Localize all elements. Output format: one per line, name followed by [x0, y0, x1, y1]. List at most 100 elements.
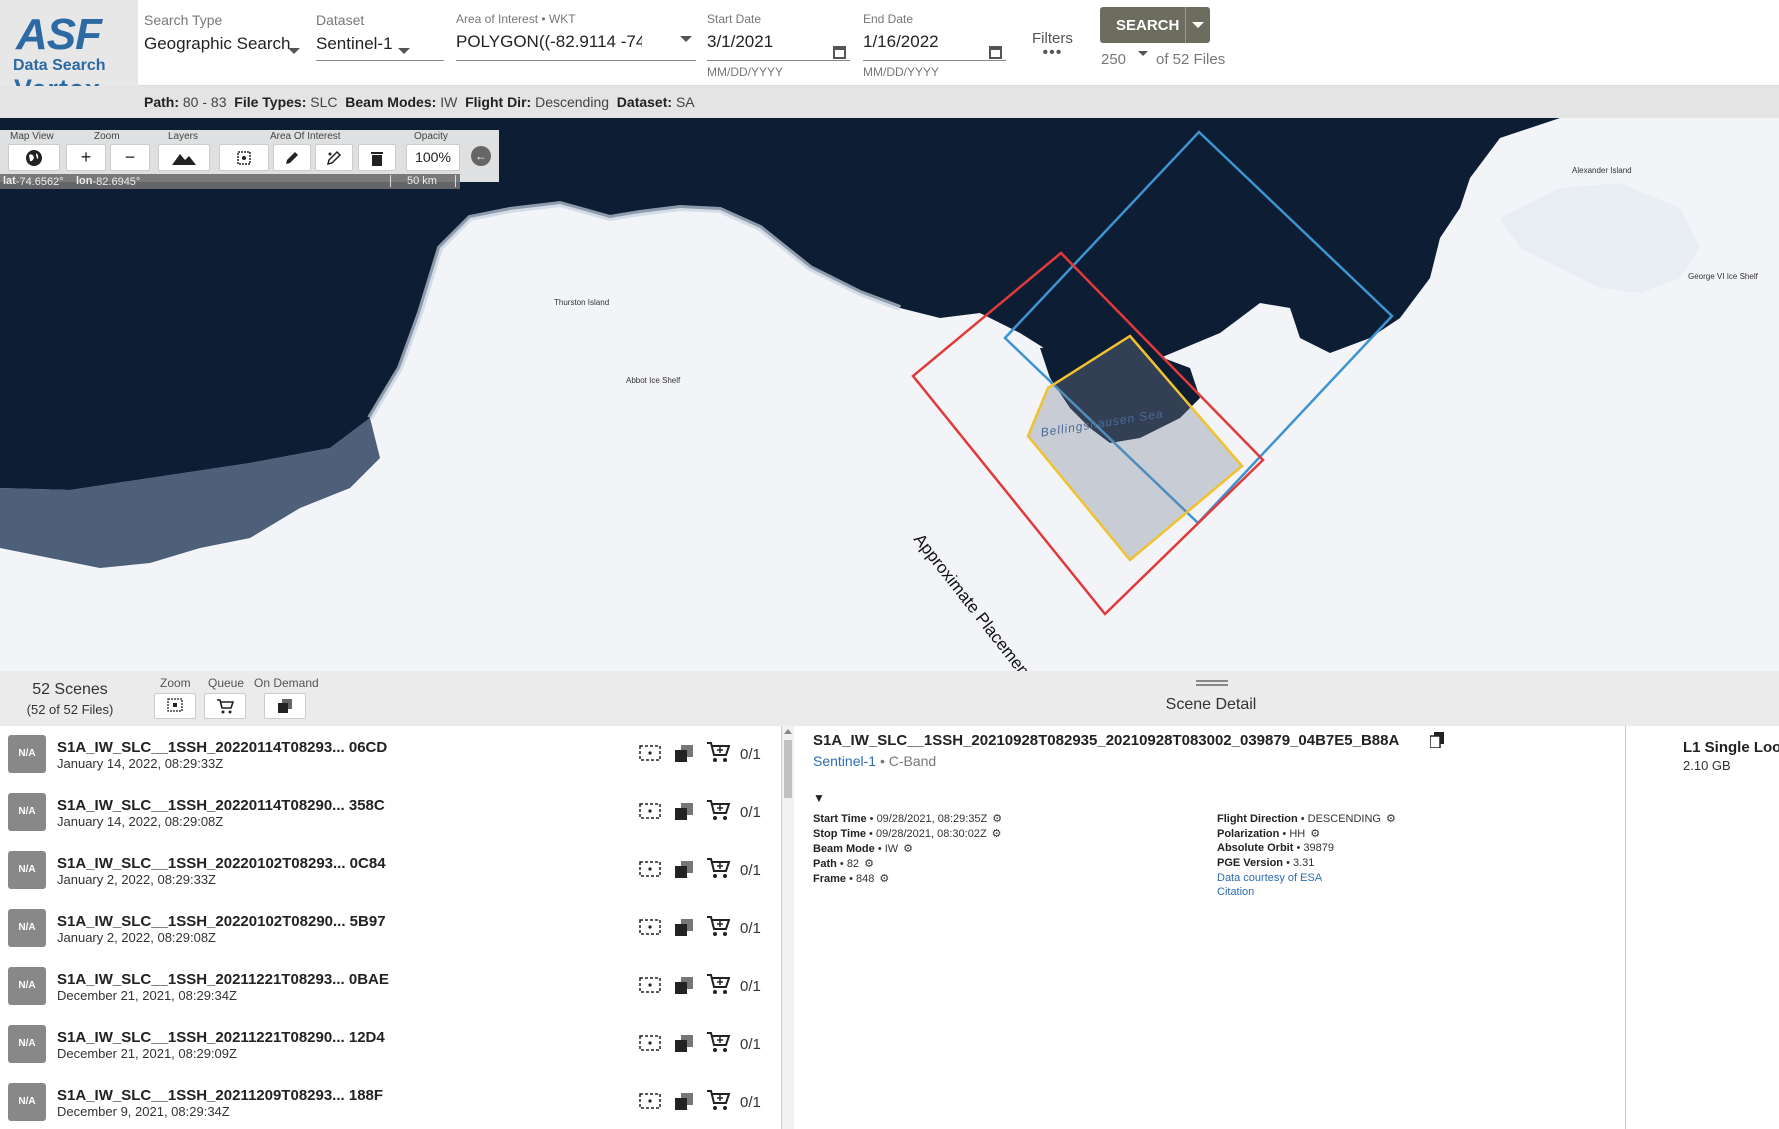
zoom-to-scene-icon[interactable]: [639, 976, 661, 999]
scene-thumbnail: N/A: [8, 967, 46, 1005]
zoom-to-scene-icon[interactable]: [639, 1034, 661, 1057]
scroll-up-icon[interactable]: [784, 729, 792, 734]
scale-bar: 50 km: [390, 175, 456, 187]
queue-count: 0/1: [740, 1036, 761, 1053]
chevron-down-icon[interactable]: [1192, 22, 1204, 28]
on-demand-icon[interactable]: [674, 918, 694, 941]
pencil-icon: [286, 152, 298, 165]
expand-toggle-icon[interactable]: ▼: [813, 791, 825, 805]
scene-date: December 21, 2021, 08:29:09Z: [57, 1046, 237, 1061]
opacity-label: Opacity: [414, 131, 448, 142]
zoom-to-scene-icon[interactable]: [639, 918, 661, 941]
scene-row[interactable]: N/A S1A_IW_SLC__1SSH_20211209T08293... 18…: [0, 1074, 781, 1129]
on-demand-icon[interactable]: [674, 976, 694, 999]
dataset-select[interactable]: Dataset Sentinel-1: [316, 12, 444, 61]
gear-icon[interactable]: ⚙: [903, 842, 913, 855]
zoom-out-button[interactable]: −: [110, 144, 150, 171]
data-courtesy-link[interactable]: Data courtesy of ESA: [1217, 872, 1322, 884]
zoom-to-scene-icon[interactable]: [639, 1092, 661, 1115]
dataset-link[interactable]: Sentinel-1: [813, 753, 876, 769]
scene-row[interactable]: N/A S1A_IW_SLC__1SSH_20220102T08293... 0C…: [0, 842, 781, 900]
layers-button[interactable]: [158, 144, 210, 171]
gear-icon[interactable]: ⚙: [879, 872, 889, 885]
queue-count: 0/1: [740, 920, 761, 937]
max-results-select[interactable]: 250 of 52 Files: [1101, 51, 1225, 68]
detail-stop-time: Stop Time • 09/28/2021, 08:30:02Z ⚙: [813, 827, 1002, 840]
on-demand-icon[interactable]: [674, 802, 694, 825]
filters-button[interactable]: Filters •••: [1032, 30, 1073, 61]
scene-row[interactable]: N/A S1A_IW_SLC__1SSH_20220114T08293... 06…: [0, 726, 781, 784]
resize-handle-icon[interactable]: [1196, 680, 1228, 686]
cart-add-icon[interactable]: [706, 973, 731, 1000]
calendar-icon[interactable]: [989, 46, 1002, 59]
scene-date: January 14, 2022, 08:29:33Z: [57, 756, 224, 771]
opacity-select[interactable]: 100%: [406, 144, 460, 171]
param-key: Beam Modes:: [345, 94, 437, 110]
on-demand-icon[interactable]: [674, 1092, 694, 1115]
scene-thumbnail: N/A: [8, 793, 46, 831]
start-date-label: Start Date: [707, 12, 762, 26]
scene-row[interactable]: N/A S1A_IW_SLC__1SSH_20211221T08290... 12…: [0, 1016, 781, 1074]
search-type-select[interactable]: Search Type Geographic Search: [144, 12, 304, 54]
end-date-input[interactable]: End Date 1/16/2022 MM/DD/YYYY: [863, 12, 1006, 79]
gear-icon[interactable]: ⚙: [864, 857, 874, 870]
param-value: Descending: [535, 94, 610, 110]
copy-icon[interactable]: [1429, 732, 1444, 753]
zoom-to-results-button[interactable]: [154, 693, 196, 719]
zoom-to-scene-icon[interactable]: [639, 744, 661, 767]
scene-row[interactable]: N/A S1A_IW_SLC__1SSH_20220114T08290... 35…: [0, 784, 781, 842]
queue-all-button[interactable]: [204, 693, 246, 719]
cart-add-icon[interactable]: [706, 741, 731, 768]
draw-polygon-button[interactable]: [273, 144, 311, 171]
zoom-to-scene-icon[interactable]: [639, 802, 661, 825]
place-label: Abbot Ice Shelf: [626, 376, 681, 385]
scene-thumbnail: N/A: [8, 1083, 46, 1121]
gear-icon[interactable]: ⚙: [1310, 827, 1320, 840]
minus-icon: −: [124, 147, 136, 167]
map-view[interactable]: Thurston Island Abbot Ice Shelf Alexande…: [0, 118, 1779, 671]
chevron-down-icon: [1138, 51, 1148, 56]
gear-icon[interactable]: ⚙: [1386, 812, 1396, 825]
mountain-layers-icon: [172, 154, 196, 166]
aoi-label: Area of Interest • WKT: [456, 12, 576, 26]
detail-flight-direction: Flight Direction • DESCENDING ⚙: [1217, 812, 1396, 825]
draw-box-button[interactable]: [219, 144, 269, 171]
layers-label: Layers: [168, 131, 199, 142]
gear-icon[interactable]: ⚙: [992, 827, 1002, 840]
on-demand-all-button[interactable]: [264, 693, 306, 719]
scene-row[interactable]: N/A S1A_IW_SLC__1SSH_20220102T08290... 5B…: [0, 900, 781, 958]
aoi-value: POLYGON((-82.9114 -74.1: [456, 32, 642, 51]
search-type-value: Geographic Search: [144, 34, 291, 53]
zoom-in-button[interactable]: +: [66, 144, 106, 171]
map-view-label: Map View: [10, 131, 54, 142]
map-view-button[interactable]: [8, 144, 60, 171]
clear-aoi-button[interactable]: [358, 144, 396, 171]
on-demand-icon[interactable]: [674, 1034, 694, 1057]
gear-icon[interactable]: ⚙: [992, 812, 1002, 825]
collapse-toolbar-button[interactable]: ←: [471, 146, 491, 166]
scene-row[interactable]: N/A S1A_IW_SLC__1SSH_20211221T08293... 0B…: [0, 958, 781, 1016]
scene-detail-panel: S1A_IW_SLC__1SSH_20210928T082935_2021092…: [796, 726, 1626, 1129]
scenes-count-label: 52 Scenes: [32, 681, 108, 698]
zoom-to-scene-icon[interactable]: [639, 860, 661, 883]
cart-add-icon[interactable]: [706, 857, 731, 884]
edit-polygon-button[interactable]: [315, 144, 353, 171]
scrollbar-thumb[interactable]: [784, 740, 792, 798]
cart-add-icon[interactable]: [706, 915, 731, 942]
calendar-icon[interactable]: [833, 46, 846, 59]
on-demand-icon[interactable]: [674, 744, 694, 767]
on-demand-icon: [278, 699, 292, 713]
vertex-app: ASF Data Search Vertex Search Type Geogr…: [0, 0, 1779, 1129]
on-demand-icon[interactable]: [674, 860, 694, 883]
scene-list: N/A S1A_IW_SLC__1SSH_20220114T08293... 06…: [0, 726, 782, 1129]
aoi-wkt-input[interactable]: Area of Interest • WKT POLYGON((-82.9114…: [456, 12, 696, 61]
cart-add-icon[interactable]: [706, 1031, 731, 1058]
cart-add-icon[interactable]: [706, 1089, 731, 1116]
lat-label: lat: [3, 175, 16, 187]
scene-list-scrollbar[interactable]: [782, 726, 794, 1129]
search-button[interactable]: SEARCH: [1100, 7, 1210, 43]
citation-link[interactable]: Citation: [1217, 886, 1254, 898]
start-date-input[interactable]: Start Date 3/1/2021 MM/DD/YYYY: [707, 12, 850, 79]
zoom-label: Zoom: [94, 131, 120, 142]
cart-add-icon[interactable]: [706, 799, 731, 826]
